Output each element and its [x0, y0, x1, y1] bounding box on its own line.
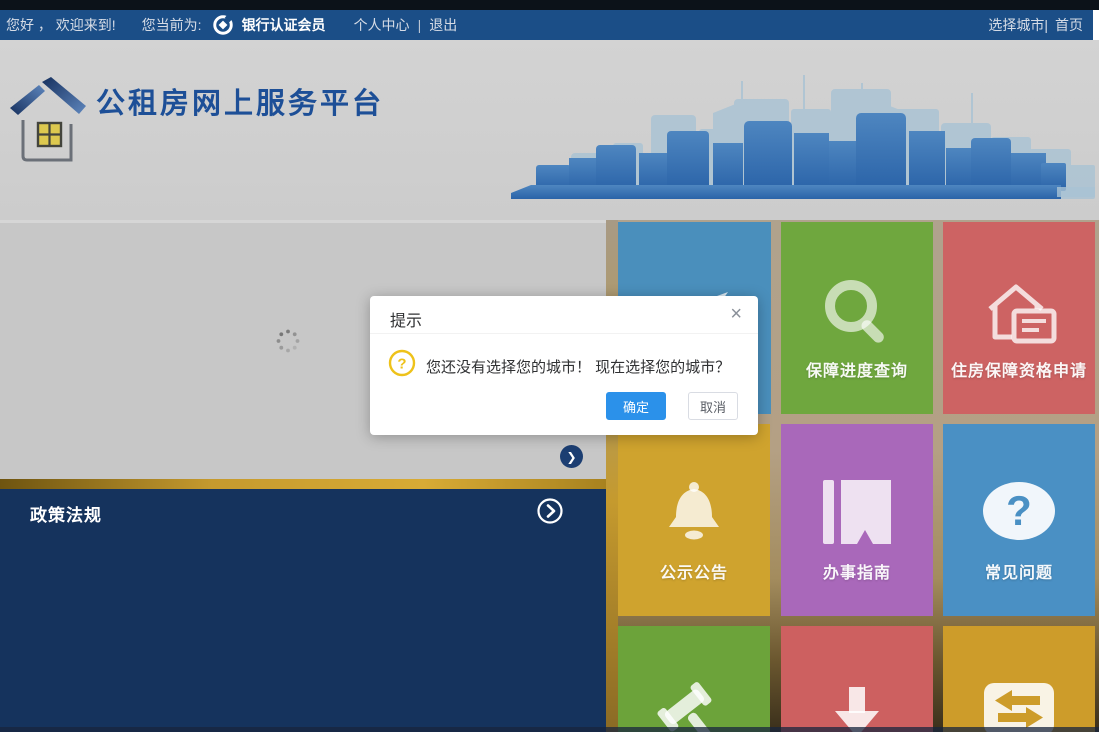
dialog-header: 提示 ×: [370, 296, 758, 334]
dialog-title: 提示: [390, 313, 423, 330]
city-select-dialog: 提示 × ? 您还没有选择您的城市！ 现在选择您的城市？ 确定 取消: [370, 296, 758, 435]
greeting-text: 您好 ， 欢迎来到!: [6, 17, 116, 33]
question-glyph: ?: [1006, 487, 1032, 534]
tile-label: 常见问题: [984, 565, 1053, 582]
page: 您好 ， 欢迎来到! 您当前为: 银行认证会员 个人中心 | 退出 选择城市 |…: [0, 0, 1099, 732]
dialog-message: 您还没有选择您的城市！ 现在选择您的城市？: [426, 359, 731, 376]
profile-link[interactable]: 个人中心: [354, 10, 410, 40]
site-logo-house-icon: [8, 68, 86, 169]
magnifier-icon: [781, 277, 933, 349]
tile-service-guide[interactable]: 办事指南: [781, 424, 933, 616]
tile-faq[interactable]: ? 常见问题: [943, 424, 1095, 616]
topbar: 您好 ， 欢迎来到! 您当前为: 银行认证会员 个人中心 | 退出 选择城市 |…: [0, 10, 1093, 40]
book-bookmark-icon: [781, 479, 933, 545]
dialog-body: ? 您还没有选择您的城市！ 现在选择您的城市？: [370, 334, 758, 392]
house-document-icon: [943, 277, 1095, 351]
policy-panel: 政策法规: [0, 489, 606, 732]
logout-link[interactable]: 退出: [429, 10, 457, 40]
dialog-footer: 确定 取消: [606, 392, 738, 420]
exchange-arrows-icon: [943, 681, 1095, 732]
gavel-icon: [618, 681, 770, 732]
topbar-left: 您好 ， 欢迎来到! 您当前为: 银行认证会员 个人中心 | 退出: [6, 10, 457, 40]
tile-label: 公示公告: [659, 565, 728, 582]
bell-icon: [618, 479, 770, 547]
browser-top-strip: [0, 0, 1099, 10]
topbar-right-divider: |: [1044, 17, 1048, 33]
download-arrow-icon: [781, 681, 933, 732]
tile-label: 保障进度查询: [805, 363, 908, 380]
current-role-prefix: 您当前为:: [141, 17, 202, 33]
cancel-button[interactable]: 取消: [688, 392, 738, 420]
bank-logo-icon: [212, 14, 234, 36]
site-header: 公租房网上服务平台: [0, 40, 1099, 220]
site-title: 公租房网上服务平台: [96, 88, 385, 120]
loading-spinner-icon: [275, 328, 301, 359]
bottom-edge-strip: [0, 727, 1099, 732]
home-link[interactable]: 首页: [1055, 10, 1083, 40]
policy-more-button[interactable]: [536, 497, 564, 530]
question-bubble-icon: ?: [943, 479, 1095, 543]
chevron-right-icon: ❯: [566, 449, 577, 464]
tile-eligibility-apply[interactable]: 住房保障资格申请: [943, 222, 1095, 414]
question-circle-icon: ?: [388, 349, 416, 382]
member-badge: 银行认证会员: [241, 17, 326, 33]
tile-progress-query[interactable]: 保障进度查询: [781, 222, 933, 414]
tile-law[interactable]: [618, 626, 770, 732]
select-city-link[interactable]: 选择城市: [988, 10, 1044, 40]
question-glyph: ?: [397, 356, 406, 373]
gold-divider: [0, 479, 606, 489]
carousel-next-button[interactable]: ❯: [560, 445, 583, 468]
tile-download[interactable]: [781, 626, 933, 732]
tile-label: 住房保障资格申请: [950, 363, 1087, 380]
tile-exchange[interactable]: [943, 626, 1095, 732]
city-skyline-graphic: [501, 53, 1095, 210]
tile-public-notice[interactable]: 公示公告: [618, 424, 770, 616]
confirm-button[interactable]: 确定: [606, 392, 666, 420]
close-icon[interactable]: ×: [730, 303, 742, 325]
tile-label: 办事指南: [822, 565, 891, 582]
topbar-right: 选择城市 | 首页: [988, 10, 1083, 40]
topbar-divider: |: [417, 17, 422, 33]
policy-panel-title: 政策法规: [30, 506, 102, 525]
